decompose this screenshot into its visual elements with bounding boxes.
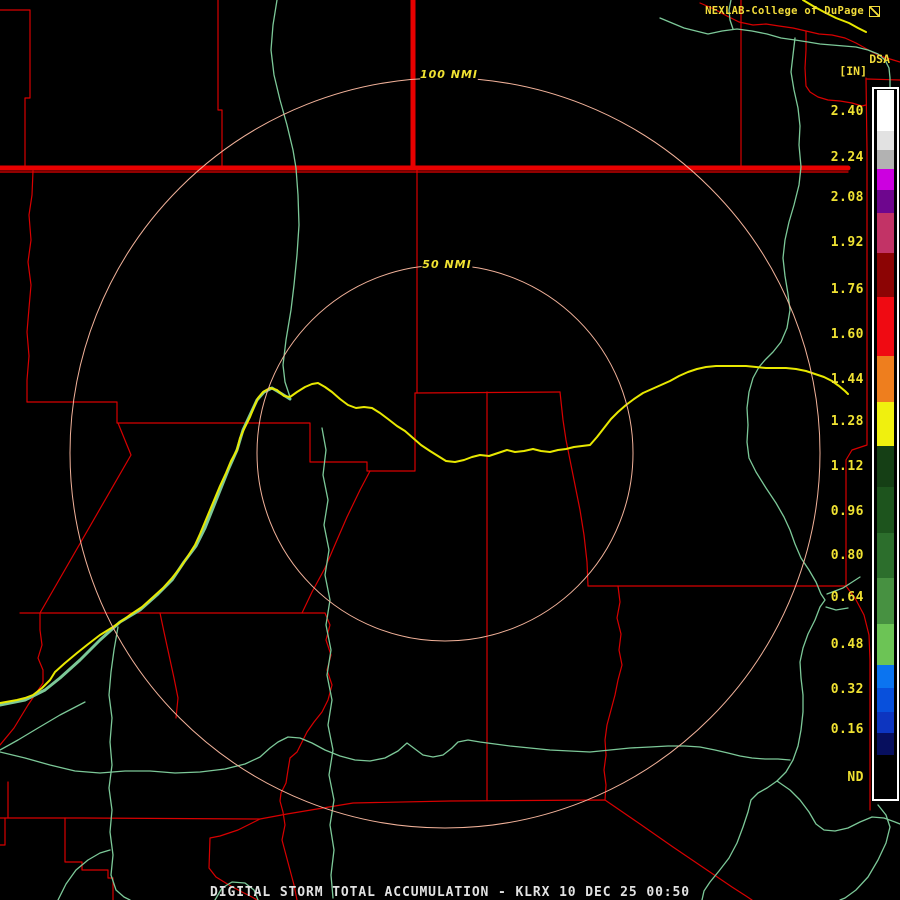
county-line	[39, 422, 132, 614]
river	[321, 427, 335, 899]
county-line	[0, 9, 31, 169]
colorbar-band	[877, 402, 894, 446]
colorbar-band	[877, 190, 894, 213]
county-line	[845, 585, 871, 811]
county-line	[845, 77, 868, 587]
county-line	[301, 470, 371, 614]
county-line	[217, 0, 223, 169]
county-line	[866, 78, 900, 81]
river	[270, 0, 300, 398]
radar-display: 100 NMI 50 NMI NEXLAB-College of DuPage D…	[0, 0, 900, 900]
colorbar-band	[877, 356, 894, 402]
county-line	[159, 612, 179, 719]
river-highlight-fringe	[0, 386, 292, 707]
county-line	[279, 612, 333, 900]
colorbar-band	[877, 169, 894, 190]
county-line	[26, 392, 416, 472]
colorbar-band	[877, 688, 894, 712]
radar-map: 100 NMI 50 NMI	[0, 0, 900, 900]
colorbar-band	[877, 446, 894, 487]
colorbar-scale	[872, 87, 899, 801]
colorbar-band	[877, 665, 894, 688]
colorbar-band	[877, 150, 894, 169]
colorbar-band	[877, 487, 894, 533]
county-line	[0, 817, 6, 846]
colorbar-band	[877, 90, 894, 131]
colorbar-band	[877, 533, 894, 578]
product-code: DSA	[869, 52, 890, 66]
county-line	[603, 585, 623, 801]
colorbar-band	[877, 712, 894, 733]
range-ring-label: 100 NMI	[420, 68, 478, 81]
range-ring	[256, 264, 634, 642]
brand-text: NEXLAB-College of DuPage	[705, 5, 864, 17]
colorbar-band	[877, 755, 894, 798]
river	[0, 701, 86, 751]
product-units: [IN]	[839, 64, 867, 78]
county-line	[0, 612, 44, 746]
river	[825, 606, 849, 611]
footer-title: DIGITAL STORM TOTAL ACCUMULATION - KLRX …	[210, 885, 690, 900]
river	[108, 626, 131, 900]
river	[0, 736, 791, 774]
range-ring	[69, 77, 821, 829]
header: NEXLAB-College of DuPage	[705, 5, 880, 17]
colorbar-band	[877, 578, 894, 624]
colorbar-band	[877, 733, 894, 755]
county-line	[26, 170, 34, 403]
colorbar-band	[877, 213, 894, 253]
cod-logo-icon	[869, 5, 880, 17]
colorbar-band	[877, 297, 894, 356]
county-line	[559, 391, 589, 587]
colorbar-band	[877, 624, 894, 665]
colorbar-band	[877, 131, 894, 150]
range-ring-label: 50 NMI	[422, 258, 471, 271]
colorbar-band	[877, 253, 894, 297]
